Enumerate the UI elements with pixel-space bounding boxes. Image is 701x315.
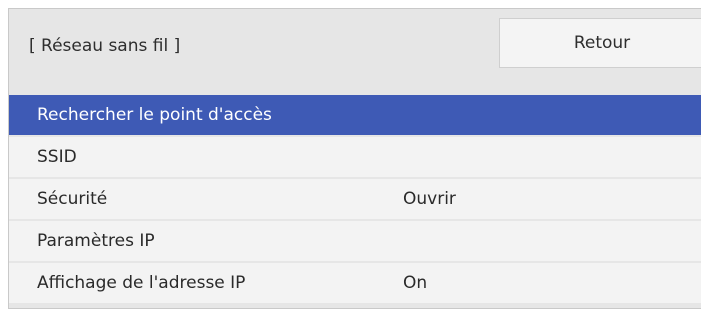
panel-header: [ Réseau sans fil ] Retour — [9, 9, 701, 90]
back-button[interactable]: Retour — [499, 18, 701, 68]
menu-item-search-access-point[interactable]: Rechercher le point d'accès — [9, 95, 701, 137]
wireless-network-panel: [ Réseau sans fil ] Retour Rechercher le… — [8, 8, 701, 309]
menu-item-ip-address-display[interactable]: Affichage de l'adresse IP On — [9, 263, 701, 305]
menu-item-label: Rechercher le point d'accès — [37, 105, 272, 125]
menu-item-ip-settings[interactable]: Paramètres IP — [9, 221, 701, 263]
menu-item-label: Affichage de l'adresse IP — [37, 273, 246, 293]
menu-item-value: Ouvrir — [403, 189, 456, 209]
menu-item-security[interactable]: Sécurité Ouvrir — [9, 179, 701, 221]
settings-menu: Rechercher le point d'accès SSID Sécurit… — [9, 95, 701, 305]
menu-item-label: Sécurité — [37, 189, 108, 209]
menu-item-label: Paramètres IP — [37, 231, 155, 251]
menu-item-label: SSID — [37, 147, 77, 167]
menu-item-value: On — [403, 273, 428, 293]
page-title: [ Réseau sans fil ] — [29, 36, 181, 56]
menu-item-ssid[interactable]: SSID — [9, 137, 701, 179]
